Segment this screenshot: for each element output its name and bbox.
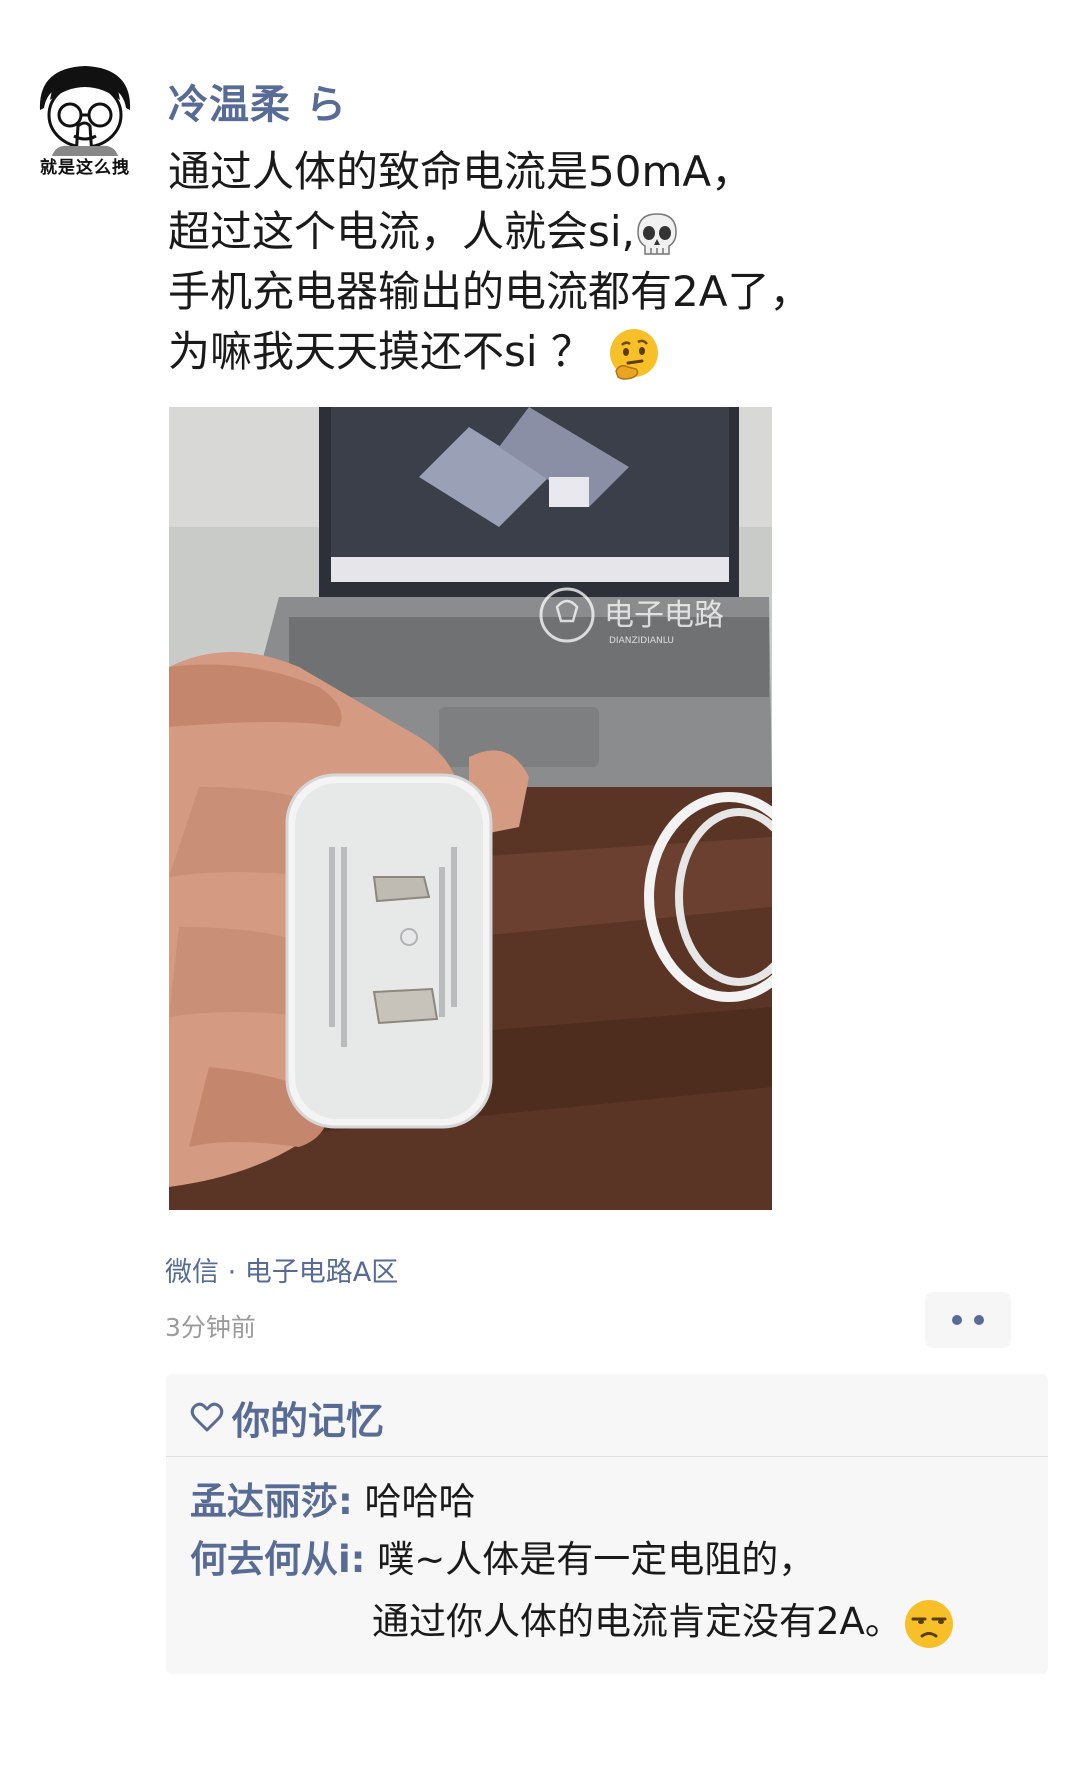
thinking-face-emoji-icon [610,328,659,380]
post-text-line: 通过人体的致命电流是50mA， [168,147,754,196]
avatar-meme-face-icon [39,66,131,158]
more-options-button[interactable] [925,1292,1011,1348]
post-text-line: 超过这个电流，人就会si, [168,202,1048,262]
post-text: 通过人体的致命电流是50mA， 超过这个电流，人就会si, 手机充电器输出的电流… [168,142,1048,383]
comment[interactable]: 孟达丽莎: 哈哈哈 [190,1474,476,1530]
comment-text: 通过你人体的电流肯定没有2A。 [372,1600,902,1643]
charger-photo-image: 电子电路 DIANZIDIANLU [169,407,772,1210]
watermark-en: DIANZIDIANLU [609,636,674,646]
watermark-cn: 电子电路 [604,598,724,633]
avatar[interactable]: 就是这么拽 [30,60,140,178]
like-user-name[interactable]: 你的记忆 [232,1390,384,1445]
more-dot-icon [952,1315,962,1325]
unamused-face-emoji-icon [904,1599,953,1648]
avatar-caption: 就是这么拽 [40,158,130,178]
more-dot-icon [974,1315,984,1325]
post-text-line: 为嘛我天天摸还不si ？ [168,322,1048,383]
comment[interactable]: 何去何从i: 噗~人体是有一定电阻的， [190,1532,815,1588]
heart-icon [190,1402,224,1432]
comment-continuation: 通过你人体的电流肯定没有2A。 [372,1594,956,1651]
comment-text: 噗~人体是有一定电阻的， [365,1538,816,1581]
post-author-name[interactable]: 冷温柔 ら [168,72,347,130]
likes-row: 你的记忆 [190,1390,384,1444]
skull-emoji-icon [637,212,677,255]
comment-author[interactable]: 何去何从i: [190,1538,365,1581]
post-photo[interactable]: 电子电路 DIANZIDIANLU [169,407,772,1210]
post-source-link[interactable]: 微信 · 电子电路A区 [165,1250,398,1289]
post-text-line: 手机充电器输出的电流都有2A了， [168,267,812,316]
divider [166,1456,1048,1457]
likes-comments-panel: 你的记忆 孟达丽莎: 哈哈哈 何去何从i: 噗~人体是有一定电阻的， 通过你人体… [166,1374,1048,1674]
comment-text: 哈哈哈 [352,1480,476,1523]
post-timestamp: 3分钟前 [165,1313,256,1342]
comment-author[interactable]: 孟达丽莎: [190,1480,353,1523]
